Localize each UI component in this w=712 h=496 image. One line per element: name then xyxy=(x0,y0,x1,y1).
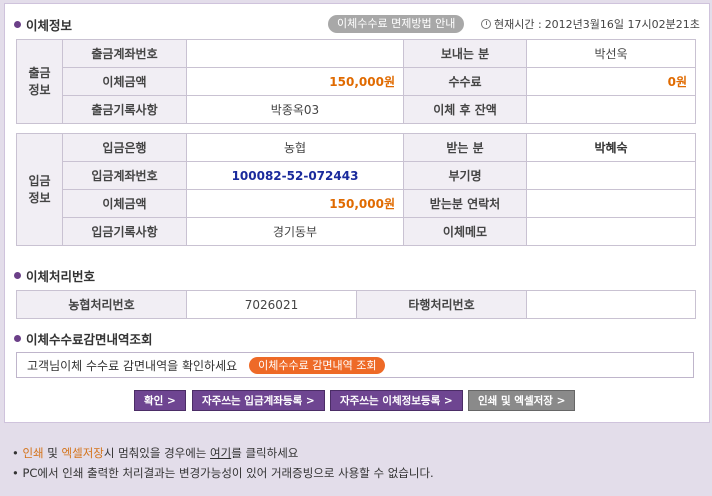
table-row: 입금 정보 입금은행 농협 받는 분 박혜숙 xyxy=(16,133,696,246)
fee-reduction-inquiry-button[interactable]: 이체수수료 감면내역 조회 xyxy=(249,356,386,374)
sender-value: 박선욱 xyxy=(526,39,696,68)
other-bank-processing-label: 타행처리번호 xyxy=(356,290,527,319)
deposit-info-table: 입금 정보 입금은행 농협 받는 분 박혜숙 입금계좌번호 100082-52-0… xyxy=(16,133,696,246)
table-row: 입금계좌번호 100082-52-072443 부기명 xyxy=(17,161,696,190)
other-bank-processing-value xyxy=(526,290,696,319)
note-item: • PC에서 인쇄 출력한 처리결과는 변경가능성이 있어 거래증빙으로 사용할… xyxy=(12,466,434,480)
deposit-memo-value: 경기동부 xyxy=(186,217,404,246)
table-row: 출금 정보 출금계좌번호 보내는 분 박선욱 xyxy=(16,39,696,124)
time-value: 2012년3월16일 17시02분21초 xyxy=(544,18,700,31)
register-deposit-account-button[interactable]: 자주쓰는 입금계좌등록 > xyxy=(192,390,325,411)
withdrawal-account-label: 출금계좌번호 xyxy=(62,39,187,68)
processing-title: 이체처리번호 xyxy=(26,269,96,284)
balance-after-label: 이체 후 잔액 xyxy=(403,95,527,124)
fee-inquiry-box: 고객님이체 수수료 감면내역을 확인하세요 이체수수료 감면내역 조회 xyxy=(16,352,694,378)
table-row: 출금기록사항 박종옥03 이체 후 잔액 xyxy=(17,95,696,124)
deposit-side-label: 입금 정보 xyxy=(16,133,63,246)
note-item: • 인쇄 및 엑셀저장시 멈춰있을 경우에는 여기를 클릭하세요 xyxy=(12,446,299,460)
deposit-amount-label: 이체금액 xyxy=(62,189,187,218)
table-row: 이체금액 150,000원 수수료 0원 xyxy=(17,67,696,96)
nh-processing-value: 7026021 xyxy=(186,290,357,319)
deposit-bank-label: 입금은행 xyxy=(62,133,187,162)
note-excel-text: 엑셀저장 xyxy=(61,446,104,460)
transfer-amount-value: 150,000원 xyxy=(186,67,404,96)
transfer-memo-label: 이체메모 xyxy=(403,217,527,246)
note-text: 및 xyxy=(43,446,62,460)
fee-exemption-guide-button[interactable]: 이체수수료 면제방법 안내 xyxy=(328,15,465,33)
withdrawal-side-label: 출금 정보 xyxy=(16,39,63,124)
section-title-transfer-info: 이체정보 xyxy=(14,15,72,34)
sender-label: 보내는 분 xyxy=(403,39,527,68)
deposit-account-value: 100082-52-072443 xyxy=(186,161,404,190)
bullet-icon xyxy=(14,272,21,279)
sub-name-value xyxy=(526,161,696,190)
note-print-text: 인쇄 xyxy=(22,446,44,460)
recipient-label: 받는 분 xyxy=(403,133,527,162)
bullet-icon xyxy=(14,335,21,342)
print-excel-button[interactable]: 인쇄 및 엑셀저장 > xyxy=(468,390,576,411)
deposit-account-label: 입금계좌번호 xyxy=(62,161,187,190)
withdrawal-memo-label: 출금기록사항 xyxy=(62,95,187,124)
processing-number-table: 농협처리번호 7026021 타행처리번호 xyxy=(16,290,696,319)
section-title-processing: 이체처리번호 xyxy=(14,266,95,285)
deposit-bank-value: 농협 xyxy=(186,133,404,162)
withdrawal-memo-value: 박종옥03 xyxy=(186,95,404,124)
nh-processing-label: 농협처리번호 xyxy=(16,290,187,319)
fee-value: 0원 xyxy=(526,67,696,96)
click-here-link[interactable]: 여기 xyxy=(210,446,231,460)
section-title-fee-inquiry: 이체수수료감면내역조회 xyxy=(14,329,153,348)
withdrawal-info-table: 출금 정보 출금계좌번호 보내는 분 박선욱 이체금액 150,000원 수수료 … xyxy=(16,39,696,124)
bullet-icon xyxy=(14,21,21,28)
recipient-contact-label: 받는분 연락처 xyxy=(403,189,527,218)
note-text: PC에서 인쇄 출력한 처리결과는 변경가능성이 있어 거래증빙으로 사용할 수… xyxy=(22,466,434,480)
balance-after-value xyxy=(526,95,696,124)
table-row: 입금기록사항 경기동부 이체메모 xyxy=(17,217,696,246)
deposit-amount-value: 150,000원 xyxy=(186,189,404,218)
transfer-amount-label: 이체금액 xyxy=(62,67,187,96)
fee-label: 수수료 xyxy=(403,67,527,96)
note-text: 를 클릭하세요 xyxy=(231,446,299,460)
recipient-contact-value xyxy=(526,189,696,218)
page-title: 이체정보 xyxy=(26,18,73,33)
table-row: 이체금액 150,000원 받는분 연락처 xyxy=(17,189,696,218)
fee-inquiry-title: 이체수수료감면내역조회 xyxy=(26,332,153,347)
time-label: 현재시간 : xyxy=(494,18,542,31)
deposit-memo-label: 입금기록사항 xyxy=(62,217,187,246)
register-transfer-info-button[interactable]: 자주쓰는 이체정보등록 > xyxy=(330,390,463,411)
sub-name-label: 부기명 xyxy=(403,161,527,190)
table-row: 농협처리번호 7026021 타행처리번호 xyxy=(16,290,696,319)
clock-icon xyxy=(481,19,491,29)
recipient-value: 박혜숙 xyxy=(526,133,696,162)
note-text: 시 멈춰있을 경우에는 xyxy=(103,446,211,460)
transfer-memo-value xyxy=(526,217,696,246)
current-time: 현재시간 : 2012년3월16일 17시02분21초 xyxy=(481,16,700,32)
fee-inquiry-text: 고객님이체 수수료 감면내역을 확인하세요 xyxy=(27,358,238,373)
confirm-button[interactable]: 확인 > xyxy=(134,390,186,411)
withdrawal-account-value xyxy=(186,39,404,68)
notes: • 인쇄 및 엑셀저장시 멈춰있을 경우에는 여기를 클릭하세요 • PC에서 … xyxy=(12,443,434,483)
